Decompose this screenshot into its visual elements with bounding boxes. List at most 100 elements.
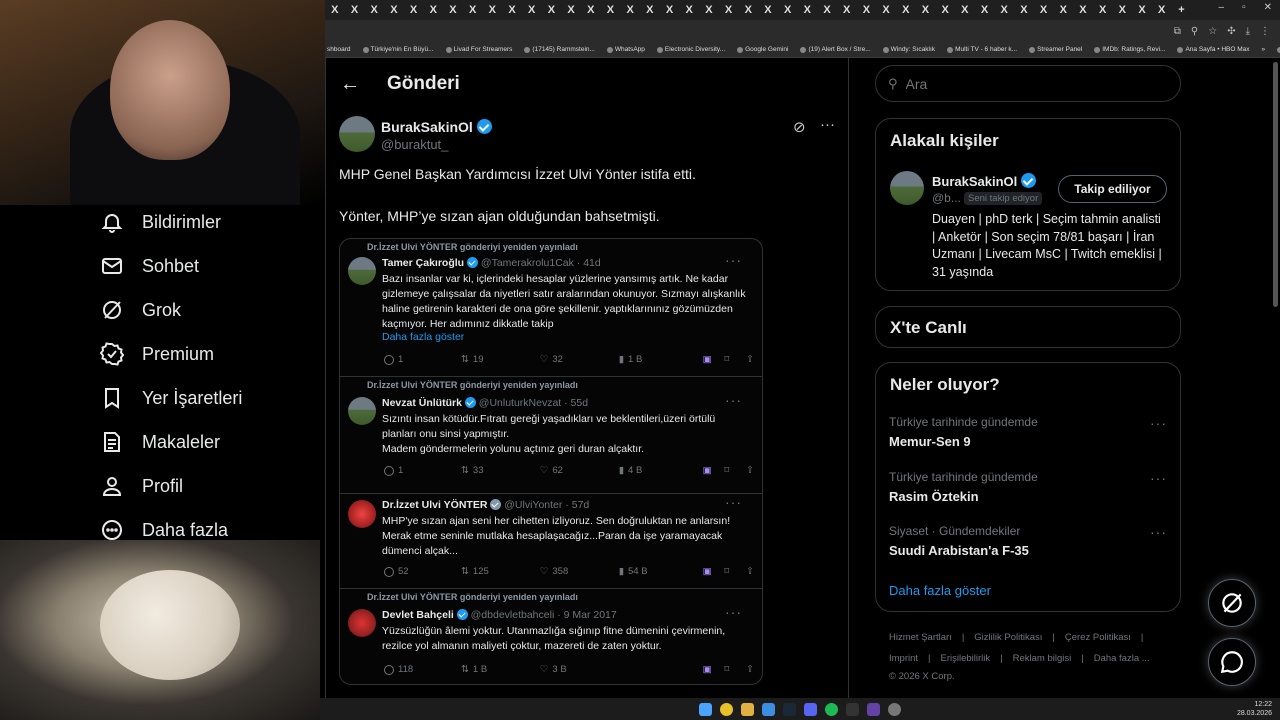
author-name[interactable]: BurakSakinOl — [381, 119, 473, 135]
browser-tab[interactable]: X — [1113, 0, 1133, 20]
thread-tweet[interactable]: Dr.İzzet Ulvi YÖNTER gönderiyi yeniden y… — [340, 589, 762, 684]
browser-tab[interactable]: X — [404, 0, 424, 20]
grok-fab-button[interactable] — [1208, 579, 1256, 627]
browser-tab[interactable]: X — [640, 0, 660, 20]
nav-item-premium[interactable]: Premium — [100, 342, 214, 366]
close-window-button[interactable]: ✕ — [1264, 2, 1272, 13]
browser-tab[interactable]: X — [1152, 0, 1172, 20]
like-button[interactable]: ♡ 62 — [540, 465, 619, 476]
author-handle[interactable]: @buraktut_ — [381, 137, 448, 152]
related-name-row[interactable]: BurakSakinOl — [932, 173, 1036, 189]
related-name[interactable]: BurakSakinOl — [932, 174, 1017, 189]
nav-item-bookmarks[interactable]: Yer İşaretleri — [100, 386, 242, 410]
browser-tab[interactable]: X — [601, 0, 621, 20]
bookmark-item[interactable]: Ana Sayfa • HBO Max — [1177, 46, 1250, 53]
browser-tab[interactable]: X — [994, 0, 1014, 20]
bookmark-item[interactable]: WhatsApp — [606, 46, 645, 53]
browser-tab[interactable]: X — [463, 0, 483, 20]
windows-start-icon[interactable] — [699, 702, 712, 716]
views-button[interactable]: ▮ 1 B — [619, 354, 703, 365]
browser-tab[interactable]: X — [325, 0, 345, 20]
puzzle-icon[interactable]: ✣ — [1227, 26, 1235, 37]
bookmark-item[interactable]: Streamer Panel — [1029, 46, 1082, 53]
twitch-icon[interactable] — [867, 702, 880, 716]
chat-fab-button[interactable] — [1208, 638, 1256, 686]
page-scrollbar[interactable] — [1273, 62, 1278, 307]
like-button[interactable]: ♡ 358 — [540, 566, 619, 577]
app-icon[interactable] — [762, 702, 775, 716]
minimize-button[interactable]: – — [1219, 2, 1225, 13]
browser-tab[interactable]: X — [719, 0, 739, 20]
browser-tab[interactable]: X — [1093, 0, 1113, 20]
extension-icon[interactable]: ▣ — [703, 566, 725, 577]
author-name-row[interactable]: BurakSakinOl — [381, 119, 492, 135]
share-icon[interactable]: ⇪ — [746, 465, 754, 476]
extension-icon[interactable]: ▣ — [703, 664, 725, 675]
extension-icon[interactable]: ▣ — [703, 465, 725, 476]
trends-show-more-link[interactable]: Daha fazla göster — [889, 583, 991, 598]
steam-icon[interactable] — [783, 702, 796, 716]
browser-tab[interactable]: X — [817, 0, 837, 20]
nav-item-more[interactable]: Daha fazla — [100, 518, 228, 542]
bookmark-item[interactable]: Multi TV - 6 haber k... — [947, 46, 1017, 53]
obs-icon[interactable] — [888, 702, 901, 716]
footer-link[interactable]: Daha fazla ... — [1094, 653, 1150, 664]
spotify-icon[interactable] — [825, 702, 838, 716]
reply-button[interactable]: 1 — [384, 465, 461, 476]
bookmark-item[interactable]: Livad For Streamers — [445, 46, 512, 53]
bookmark-item[interactable]: IMDb: Ratings, Revi... — [1094, 46, 1165, 53]
bookmark-item[interactable]: » — [1262, 46, 1266, 53]
browser-tab[interactable]: X — [1053, 0, 1073, 20]
more-options-icon[interactable]: ··· — [1150, 524, 1167, 540]
browser-tab[interactable]: X — [581, 0, 601, 20]
menu-icon[interactable]: ⋮ — [1260, 26, 1270, 37]
following-button[interactable]: Takip ediliyor — [1058, 175, 1167, 203]
browser-tab[interactable]: X — [738, 0, 758, 20]
browser-tab[interactable]: X — [1073, 0, 1093, 20]
browser-tab[interactable]: X — [837, 0, 857, 20]
show-more-link[interactable]: Daha fazla göster — [382, 331, 464, 343]
bookmark-icon[interactable]: ⌑ — [724, 354, 746, 365]
retweet-button[interactable]: ⇅ 19 — [461, 354, 540, 365]
bookmark-item[interactable]: shboard — [327, 46, 351, 53]
nav-item-articles[interactable]: Makaleler — [100, 430, 220, 454]
zoom-icon[interactable]: ⚲ — [1191, 26, 1198, 37]
author-avatar[interactable] — [339, 116, 375, 152]
thread-tweet[interactable]: Dr.İzzet Ulvi YÖNTER gönderiyi yeniden y… — [340, 239, 762, 377]
maximize-button[interactable]: ▫ — [1242, 2, 1246, 13]
browser-tab[interactable]: X — [364, 0, 384, 20]
new-tab-button[interactable]: + — [1172, 0, 1192, 20]
browser-tab[interactable]: X — [1132, 0, 1152, 20]
more-options-icon[interactable]: ··· — [725, 392, 742, 408]
nav-item-chat[interactable]: Sohbet — [100, 254, 199, 278]
browser-tab[interactable]: X — [443, 0, 463, 20]
browser-tab[interactable]: X — [798, 0, 818, 20]
more-options-icon[interactable]: ··· — [725, 494, 742, 510]
browser-tab[interactable]: X — [561, 0, 581, 20]
more-options-icon[interactable]: ··· — [1150, 470, 1167, 486]
nav-item-grok[interactable]: Grok — [100, 298, 181, 322]
trend-item[interactable]: Türkiye tarihinde gündemde Memur-Sen 9 — [889, 415, 1169, 449]
browser-tab[interactable]: X — [1034, 0, 1054, 20]
grok-icon[interactable]: ⊘ — [793, 118, 806, 136]
views-button[interactable]: ▮ 4 B — [619, 465, 703, 476]
browser-tab[interactable]: X — [699, 0, 719, 20]
epic-icon[interactable] — [846, 702, 859, 716]
live-card[interactable]: X'te Canlı — [875, 306, 1181, 348]
extensions-icon[interactable]: ⧉ — [1174, 26, 1181, 37]
like-button[interactable]: ♡ 3 B — [540, 664, 703, 675]
browser-tab[interactable]: X — [955, 0, 975, 20]
folder-icon[interactable] — [741, 702, 754, 716]
browser-tab[interactable]: X — [896, 0, 916, 20]
avatar[interactable] — [348, 257, 376, 285]
browser-tab[interactable]: X — [876, 0, 896, 20]
reply-button[interactable]: 52 — [384, 566, 461, 577]
bookmark-item[interactable]: Google Gemini — [737, 46, 788, 53]
footer-link[interactable]: Çerez Politikası — [1065, 632, 1131, 643]
browser-tab[interactable]: X — [483, 0, 503, 20]
browser-tab[interactable]: X — [778, 0, 798, 20]
share-icon[interactable]: ⇪ — [746, 664, 754, 675]
nav-item-profile[interactable]: Profil — [100, 474, 183, 498]
tweet-author-name[interactable]: Nevzat Ünlütürk — [382, 397, 462, 409]
share-icon[interactable]: ⇪ — [746, 566, 754, 577]
